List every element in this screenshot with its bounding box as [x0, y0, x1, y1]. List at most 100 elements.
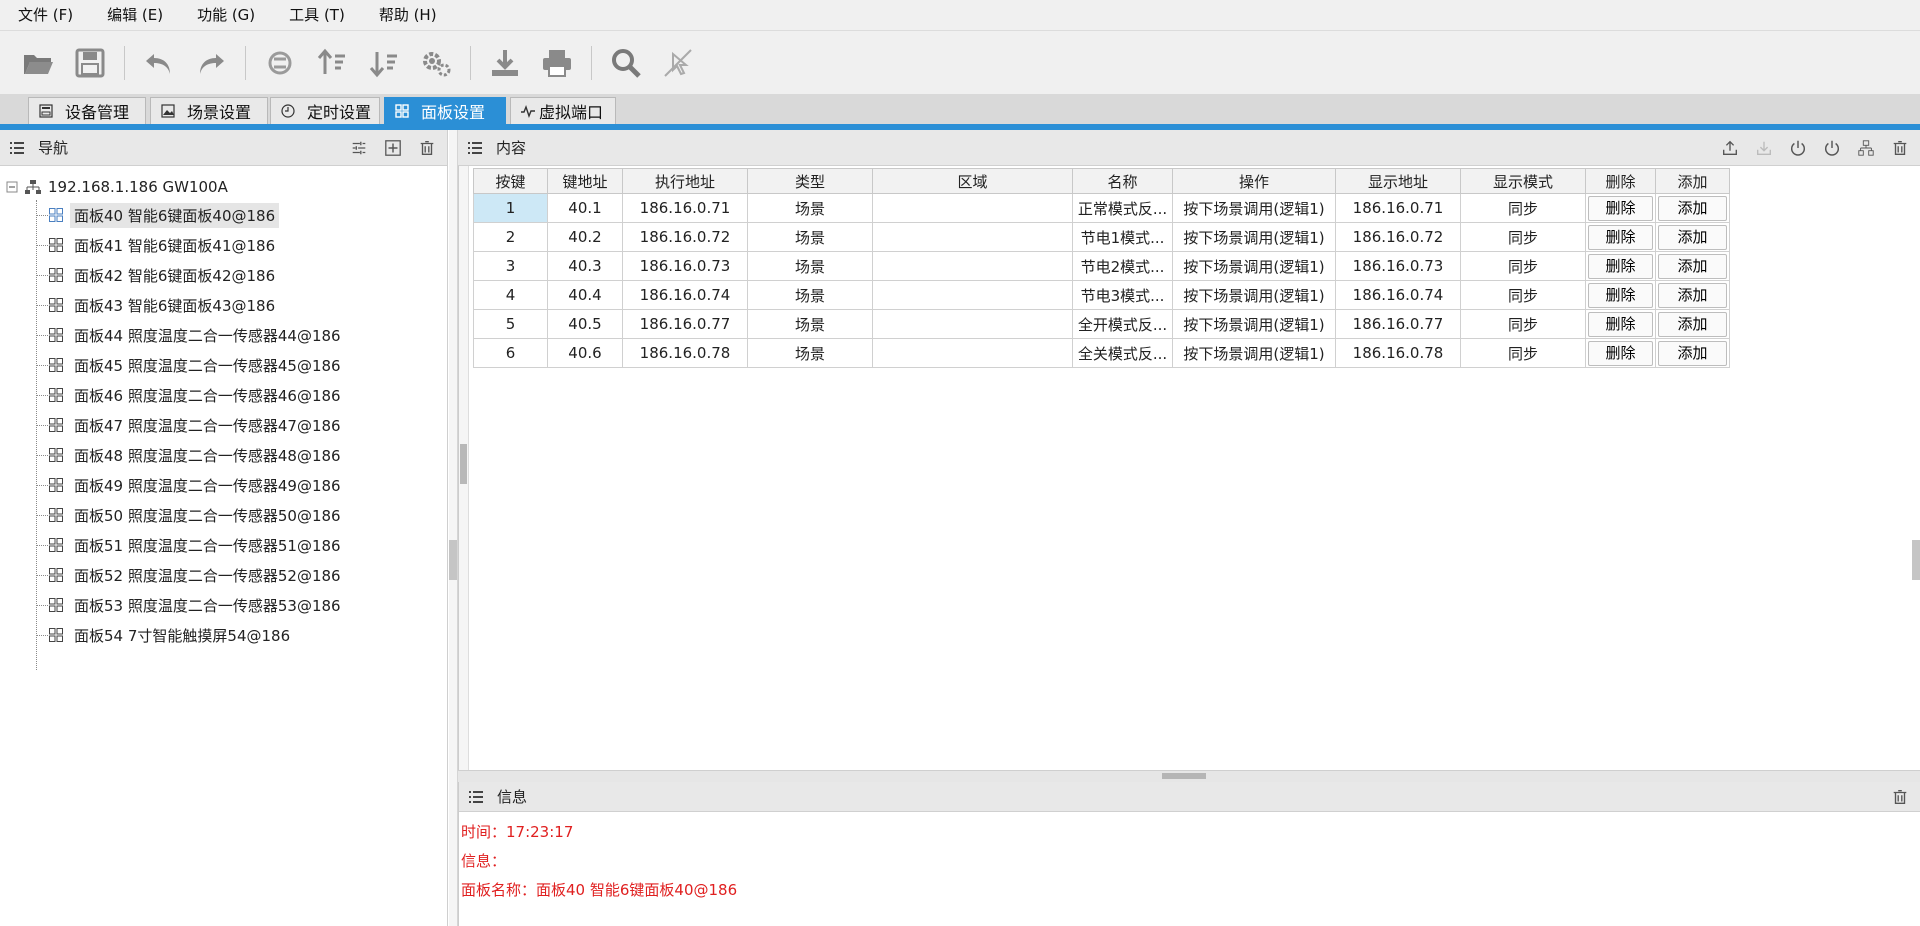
- tab-panel-settings[interactable]: 面板设置: [384, 97, 506, 124]
- undo-icon[interactable]: [139, 43, 179, 83]
- cell-key-addr[interactable]: 40.1: [547, 193, 623, 223]
- column-header[interactable]: 删除: [1585, 168, 1656, 194]
- tree-item-panel[interactable]: 面板46 照度温度二合一传感器46@186: [0, 380, 447, 410]
- tree-item-panel[interactable]: 面板44 照度温度二合一传感器44@186: [0, 320, 447, 350]
- splitter-grip[interactable]: [1162, 773, 1206, 779]
- cell-disp-mode[interactable]: 同步: [1460, 309, 1586, 339]
- power-off-icon[interactable]: [1822, 138, 1842, 158]
- sort-descending-icon[interactable]: [364, 43, 404, 83]
- cell-disp-mode[interactable]: 同步: [1460, 251, 1586, 281]
- cell-area[interactable]: [872, 309, 1073, 339]
- collapse-icon[interactable]: [6, 181, 18, 193]
- delete-button[interactable]: 删除: [1588, 282, 1653, 308]
- cell-exec-addr[interactable]: 186.16.0.77: [622, 309, 748, 339]
- print-icon[interactable]: [537, 43, 577, 83]
- tree-item-panel[interactable]: 面板52 照度温度二合一传感器52@186: [0, 560, 447, 590]
- cell-type[interactable]: 场景: [747, 338, 873, 368]
- splitter-grip[interactable]: [449, 540, 457, 580]
- content-splitter[interactable]: [459, 166, 469, 770]
- cell-name[interactable]: 节电2模式...: [1072, 251, 1173, 281]
- add-button[interactable]: 添加: [1658, 311, 1727, 337]
- menu-tools[interactable]: 工具 (T): [271, 0, 361, 31]
- tree-item-panel[interactable]: 面板42 智能6键面板42@186: [0, 260, 447, 290]
- cell-type[interactable]: 场景: [747, 251, 873, 281]
- disabled-pointer-icon[interactable]: [658, 43, 698, 83]
- cell-type[interactable]: 场景: [747, 193, 873, 223]
- table-row[interactable]: 2 40.2 186.16.0.72 场景 节电1模式... 按下场景调用(逻辑1) 186…: [473, 222, 1730, 252]
- cell-disp-addr[interactable]: 186.16.0.71: [1335, 193, 1461, 223]
- column-header[interactable]: 键地址: [547, 168, 623, 194]
- cell-name[interactable]: 全关模式反...: [1072, 338, 1173, 368]
- cell-exec-addr[interactable]: 186.16.0.73: [622, 251, 748, 281]
- cell-exec-addr[interactable]: 186.16.0.72: [622, 222, 748, 252]
- tab-scene-settings[interactable]: 场景设置: [150, 97, 268, 124]
- table-row[interactable]: 4 40.4 186.16.0.74 场景 节电3模式... 按下场景调用(逻辑1) 186…: [473, 280, 1730, 310]
- cell-key[interactable]: 2: [473, 222, 548, 252]
- cell-disp-mode[interactable]: 同步: [1460, 280, 1586, 310]
- cell-area[interactable]: [872, 193, 1073, 223]
- cell-key-addr[interactable]: 40.3: [547, 251, 623, 281]
- add-button[interactable]: 添加: [1658, 224, 1727, 250]
- search-icon[interactable]: [606, 43, 646, 83]
- table-row[interactable]: 5 40.5 186.16.0.77 场景 全开模式反... 按下场景调用(逻辑1) 186…: [473, 309, 1730, 339]
- cell-disp-mode[interactable]: 同步: [1460, 222, 1586, 252]
- download-icon[interactable]: [1754, 138, 1774, 158]
- column-header[interactable]: 显示地址: [1335, 168, 1461, 194]
- cell-disp-addr[interactable]: 186.16.0.74: [1335, 280, 1461, 310]
- add-button[interactable]: 添加: [1658, 195, 1727, 221]
- cell-key[interactable]: 4: [473, 280, 548, 310]
- tree-item-panel[interactable]: 面板41 智能6键面板41@186: [0, 230, 447, 260]
- delete-button[interactable]: 删除: [1588, 253, 1653, 279]
- delete-button[interactable]: 删除: [1588, 195, 1653, 221]
- add-button[interactable]: 添加: [1658, 340, 1727, 366]
- tab-virtual-port[interactable]: 虚拟端口: [510, 97, 616, 124]
- trash-icon[interactable]: [1890, 138, 1910, 158]
- column-header[interactable]: 显示模式: [1460, 168, 1586, 194]
- column-header[interactable]: 添加: [1655, 168, 1730, 194]
- column-header[interactable]: 按键: [473, 168, 548, 194]
- filter-icon[interactable]: [349, 138, 369, 158]
- cell-op[interactable]: 按下场景调用(逻辑1): [1172, 309, 1336, 339]
- menu-help[interactable]: 帮助 (H): [361, 0, 453, 31]
- cell-key[interactable]: 1: [473, 193, 548, 223]
- hierarchy-icon[interactable]: [1856, 138, 1876, 158]
- cell-exec-addr[interactable]: 186.16.0.71: [622, 193, 748, 223]
- splitter-grip[interactable]: [460, 444, 467, 484]
- trash-icon[interactable]: [417, 138, 437, 158]
- column-header[interactable]: 区域: [872, 168, 1073, 194]
- add-button[interactable]: 添加: [1658, 282, 1727, 308]
- left-splitter[interactable]: [449, 130, 458, 926]
- column-header[interactable]: 类型: [747, 168, 873, 194]
- tree-item-panel[interactable]: 面板49 照度温度二合一传感器49@186: [0, 470, 447, 500]
- cell-exec-addr[interactable]: 186.16.0.78: [622, 338, 748, 368]
- save-icon[interactable]: [70, 43, 110, 83]
- cell-exec-addr[interactable]: 186.16.0.74: [622, 280, 748, 310]
- tree-item-panel[interactable]: 面板53 照度温度二合一传感器53@186: [0, 590, 447, 620]
- cell-op[interactable]: 按下场景调用(逻辑1): [1172, 280, 1336, 310]
- cell-type[interactable]: 场景: [747, 280, 873, 310]
- tree-item-panel[interactable]: 面板50 照度温度二合一传感器50@186: [0, 500, 447, 530]
- trash-icon[interactable]: [1890, 787, 1910, 807]
- menu-edit[interactable]: 编辑 (E): [89, 0, 179, 31]
- table-row[interactable]: 3 40.3 186.16.0.73 场景 节电2模式... 按下场景调用(逻辑1) 186…: [473, 251, 1730, 281]
- upload-icon[interactable]: [1720, 138, 1740, 158]
- table-row[interactable]: 1 40.1 186.16.0.71 场景 正常模式反... 按下场景调用(逻辑1) 186…: [473, 193, 1730, 223]
- cell-area[interactable]: [872, 251, 1073, 281]
- column-header[interactable]: 操作: [1172, 168, 1336, 194]
- cell-type[interactable]: 场景: [747, 309, 873, 339]
- settings-icon[interactable]: [416, 43, 456, 83]
- cell-area[interactable]: [872, 222, 1073, 252]
- tab-timer-settings[interactable]: 定时设置: [270, 97, 380, 124]
- cell-key-addr[interactable]: 40.4: [547, 280, 623, 310]
- sort-ascending-icon[interactable]: [312, 43, 352, 83]
- cell-name[interactable]: 节电1模式...: [1072, 222, 1173, 252]
- tree-item-panel[interactable]: 面板48 照度温度二合一传感器48@186: [0, 440, 447, 470]
- cell-name[interactable]: 正常模式反...: [1072, 193, 1173, 223]
- sync-icon[interactable]: [260, 43, 300, 83]
- column-header[interactable]: 名称: [1072, 168, 1173, 194]
- cell-area[interactable]: [872, 338, 1073, 368]
- add-icon[interactable]: [383, 138, 403, 158]
- tree-item-panel[interactable]: 面板47 照度温度二合一传感器47@186: [0, 410, 447, 440]
- delete-button[interactable]: 删除: [1588, 224, 1653, 250]
- menu-file[interactable]: 文件 (F): [0, 0, 89, 31]
